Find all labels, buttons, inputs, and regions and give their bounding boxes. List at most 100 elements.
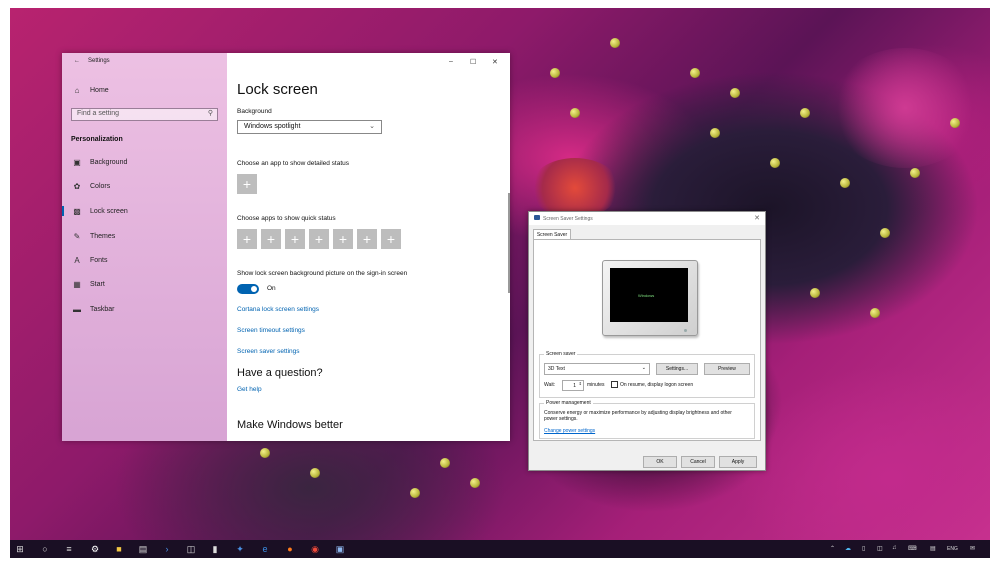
minimize-icon[interactable]: – — [449, 58, 453, 65]
notifications-icon[interactable]: ✉ — [970, 545, 975, 552]
search-input[interactable]: Find a setting ⚲ — [71, 108, 218, 121]
add-quick-status-button[interactable]: + — [357, 229, 377, 249]
wallpaper-shape — [260, 448, 270, 458]
preview-text: Windows — [638, 293, 655, 298]
ok-button[interactable]: OK — [643, 456, 677, 468]
sidebar-item-label: Start — [90, 281, 105, 288]
terminal-icon[interactable]: › — [162, 544, 172, 554]
resume-checkbox[interactable] — [611, 381, 618, 388]
sidebar-item-label: Fonts — [90, 257, 108, 264]
sidebar-item-label: Taskbar — [90, 306, 115, 313]
scrollbar[interactable] — [508, 193, 510, 293]
cloud-icon[interactable]: ☁ — [845, 545, 851, 552]
background-value: Windows spotlight — [244, 123, 301, 130]
taskbar: ⊞ ○ ≡ ⚙ ■ ▤ › ◫ ▮ ✦ e ● ◉ ▣ ⌃ ☁ ▯ ◫ ♫ ⌨ … — [10, 540, 990, 558]
maximize-icon[interactable]: ☐ — [470, 58, 476, 66]
add-quick-status-button[interactable]: + — [261, 229, 281, 249]
chevron-up-icon[interactable]: ⌃ — [830, 545, 835, 552]
settings-app-icon[interactable]: ⚙ — [90, 544, 100, 554]
brush-icon: ✎ — [73, 232, 81, 241]
add-quick-status-button[interactable]: + — [285, 229, 305, 249]
task-view-icon[interactable]: ≡ — [64, 544, 74, 554]
keyboard-icon[interactable]: ⌨ — [908, 545, 917, 552]
battery-icon[interactable]: ▯ — [862, 545, 865, 552]
background-dropdown[interactable]: Windows spotlight ⌄ — [237, 120, 382, 134]
sidebar-item-label: Background — [90, 159, 128, 166]
chrome-icon[interactable]: ◉ — [310, 544, 320, 554]
get-help-link[interactable]: Get help — [237, 386, 262, 393]
volume-icon[interactable]: ♫ — [892, 545, 897, 551]
power-management-label: Power management — [544, 400, 593, 406]
resume-label: On resume, display logon screen — [620, 382, 694, 388]
toggle-state: On — [267, 285, 276, 292]
start-button-icon[interactable]: ⊞ — [15, 544, 25, 554]
language-indicator[interactable]: ENG — [947, 546, 958, 552]
close-icon[interactable]: ✕ — [492, 58, 498, 66]
screen-saver-dialog: Screen Saver Settings ✕ Screen Saver Win… — [528, 211, 766, 471]
chevron-down-icon: ⌄ — [369, 123, 375, 130]
wallpaper-shape — [910, 168, 920, 178]
firefox-icon[interactable]: ● — [285, 544, 295, 554]
screen-timeout-link[interactable]: Screen timeout settings — [237, 327, 305, 334]
wallpaper-shape — [690, 68, 700, 78]
detailed-status-label: Choose an app to show detailed status — [237, 160, 350, 167]
change-power-settings-link[interactable]: Change power settings — [544, 428, 595, 434]
power-description: Conserve energy or maximize performance … — [544, 410, 732, 422]
font-icon: A — [74, 256, 80, 265]
network-icon[interactable]: ◫ — [877, 545, 883, 552]
sidebar-item-themes[interactable]: ✎ Themes — [72, 232, 116, 241]
cortana-lock-screen-link[interactable]: Cortana lock screen settings — [237, 306, 319, 313]
search-icon: ⚲ — [207, 110, 213, 117]
apply-button[interactable]: Apply — [719, 456, 757, 468]
app-icon[interactable]: ✦ — [235, 544, 245, 554]
home-icon: ⌂ — [74, 86, 80, 95]
power-led — [684, 329, 687, 332]
add-quick-status-button[interactable]: + — [333, 229, 353, 249]
add-quick-status-button[interactable]: + — [309, 229, 329, 249]
wait-stepper[interactable]: 1 ⇕ — [562, 380, 584, 391]
store-icon[interactable]: ◫ — [186, 544, 196, 554]
app-icon[interactable]: ▤ — [138, 544, 148, 554]
screen-saver-select[interactable]: 3D Text ⌄ — [544, 363, 650, 375]
add-quick-status-button[interactable]: + — [381, 229, 401, 249]
search-icon[interactable]: ○ — [40, 544, 50, 554]
nav-home-label: Home — [90, 87, 109, 94]
sidebar-item-taskbar[interactable]: ▬ Taskbar — [72, 305, 115, 314]
wait-label: Wait: — [544, 382, 556, 388]
wait-value: 1 — [573, 383, 576, 389]
image-icon: ▣ — [73, 158, 81, 167]
wallpaper-shape — [530, 158, 620, 218]
screen-saver-selected: 3D Text — [548, 366, 565, 372]
settings-content: – ☐ ✕ Lock screen Background Windows spo… — [227, 53, 510, 441]
wallpaper-shape — [880, 228, 890, 238]
monitor-icon — [534, 215, 540, 220]
preview-button[interactable]: Preview — [704, 363, 750, 375]
display-icon[interactable]: ▤ — [930, 545, 936, 552]
edge-icon[interactable]: e — [260, 544, 270, 554]
sidebar-item-colors[interactable]: ✿ Colors — [72, 182, 111, 191]
sidebar-item-label: Lock screen — [90, 208, 128, 215]
window-title: Settings — [88, 58, 110, 64]
settings-button[interactable]: Settings... — [656, 363, 698, 375]
screen-saver-link[interactable]: Screen saver settings — [237, 348, 300, 355]
sidebar-item-background[interactable]: ▣ Background — [72, 158, 127, 167]
nav-home[interactable]: ⌂ Home — [72, 86, 109, 95]
add-quick-status-button[interactable]: + — [237, 229, 257, 249]
sidebar-item-fonts[interactable]: A Fonts — [72, 256, 108, 265]
signin-background-toggle[interactable] — [237, 284, 259, 294]
add-detailed-status-button[interactable]: + — [237, 174, 257, 194]
chevron-down-icon: ⌄ — [641, 365, 646, 371]
screen-saver-group: Screen saver 3D Text ⌄ Settings... Previ… — [539, 351, 755, 398]
wallpaper-shape — [950, 118, 960, 128]
file-explorer-icon[interactable]: ■ — [114, 544, 124, 554]
preview-screen: Windows — [610, 268, 688, 322]
close-icon[interactable]: ✕ — [754, 214, 760, 222]
sidebar-item-lock-screen[interactable]: ▩ Lock screen — [72, 207, 128, 216]
stepper-arrows-icon: ⇕ — [578, 381, 582, 386]
back-arrow-icon[interactable]: ← — [74, 58, 80, 64]
notes-icon[interactable]: ▮ — [210, 544, 220, 554]
sidebar-item-start[interactable]: ▦ Start — [72, 280, 105, 289]
screen-saver-app-icon[interactable]: ▣ — [335, 544, 345, 554]
selection-indicator — [62, 206, 64, 216]
cancel-button[interactable]: Cancel — [681, 456, 715, 468]
